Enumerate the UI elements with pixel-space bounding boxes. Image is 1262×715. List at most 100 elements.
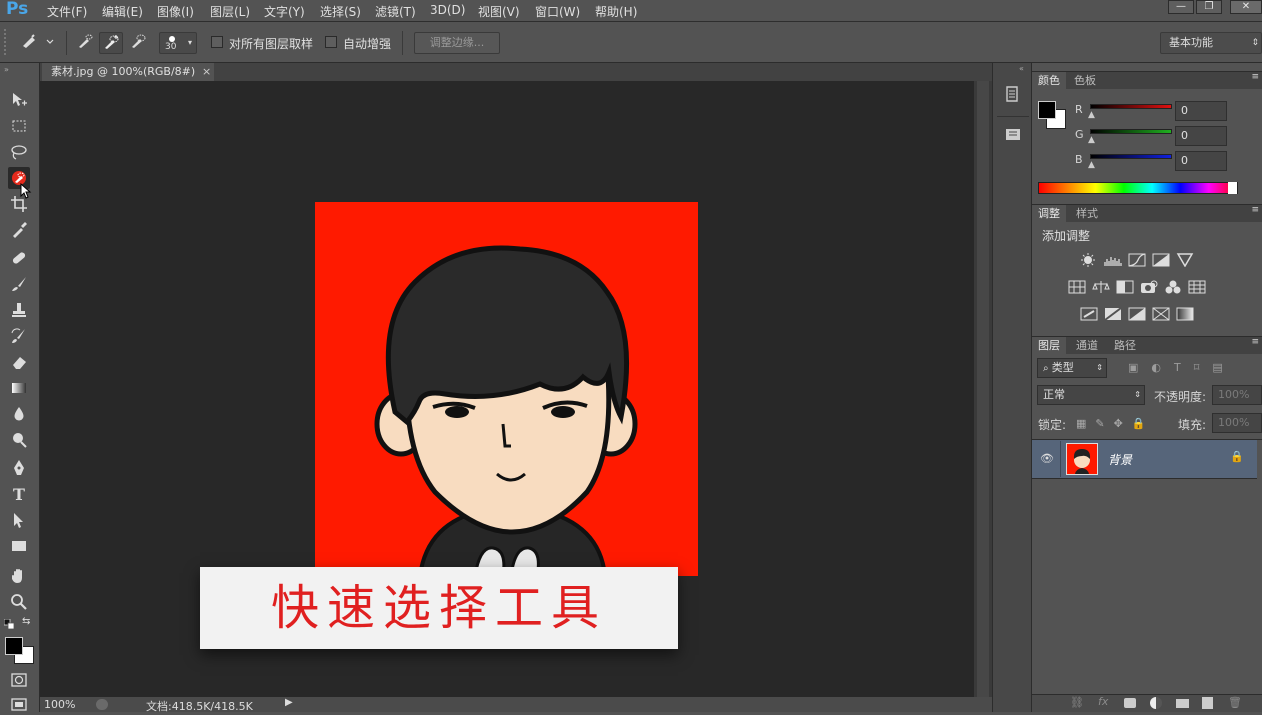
slider-thumb-icon[interactable]: ▲: [1088, 160, 1095, 170]
blur-tool-icon[interactable]: [8, 403, 30, 425]
zoom-tool-icon[interactable]: [8, 591, 30, 613]
healing-brush-tool-icon[interactable]: [8, 247, 30, 269]
tab-adjustments[interactable]: 调整: [1032, 205, 1066, 223]
black-white-icon[interactable]: [1116, 280, 1134, 294]
tab-channels[interactable]: 通道: [1070, 337, 1104, 355]
slider-thumb-icon[interactable]: ▲: [1088, 135, 1095, 145]
move-tool-icon[interactable]: [8, 89, 30, 111]
delete-layer-icon[interactable]: 🗑: [1228, 696, 1242, 709]
blend-mode-select[interactable]: 正常 ⇕: [1037, 385, 1145, 405]
adjustment-layer-icon[interactable]: [1150, 697, 1162, 709]
hue-saturation-icon[interactable]: [1068, 280, 1086, 294]
doc-info-icon[interactable]: [96, 699, 108, 710]
invert-icon[interactable]: [1080, 307, 1098, 321]
clone-stamp-tool-icon[interactable]: [8, 299, 30, 321]
new-group-icon[interactable]: [1176, 699, 1189, 708]
layer-filter-icons[interactable]: ▣◐T⌑▤: [1128, 361, 1236, 374]
menu-image[interactable]: 图像(I): [157, 3, 194, 20]
gradient-tool-icon[interactable]: [8, 377, 30, 399]
selective-color-icon[interactable]: [1152, 307, 1170, 321]
menu-file[interactable]: 文件(F): [47, 3, 87, 20]
type-tool-icon[interactable]: T: [8, 483, 30, 505]
link-layers-icon[interactable]: ⛓: [1070, 696, 1084, 709]
tab-styles[interactable]: 样式: [1070, 205, 1104, 223]
exposure-icon[interactable]: [1152, 253, 1170, 267]
dodge-tool-icon[interactable]: [8, 429, 30, 451]
sample-all-layers-checkbox[interactable]: [211, 36, 223, 48]
layer-style-icon[interactable]: fx: [1098, 695, 1108, 708]
add-to-selection-icon[interactable]: [99, 32, 123, 54]
path-selection-tool-icon[interactable]: [8, 509, 30, 531]
menu-layer[interactable]: 图层(L): [210, 3, 250, 20]
foreground-color-swatch[interactable]: [5, 637, 23, 655]
channel-g-slider[interactable]: [1090, 129, 1172, 134]
history-brush-tool-icon[interactable]: [8, 325, 30, 347]
fill-input[interactable]: 100%: [1212, 413, 1262, 433]
curves-icon[interactable]: [1128, 253, 1146, 267]
levels-icon[interactable]: [1104, 253, 1122, 267]
channel-r-input[interactable]: 0: [1175, 101, 1227, 121]
new-selection-icon[interactable]: [74, 32, 96, 54]
hand-tool-icon[interactable]: [8, 565, 30, 587]
eyedropper-tool-icon[interactable]: [8, 219, 30, 241]
layer-name[interactable]: 背景: [1108, 451, 1132, 468]
panel-menu-icon[interactable]: ≡: [1251, 205, 1259, 215]
menu-view[interactable]: 视图(V): [478, 3, 520, 20]
expand-arrows-icon[interactable]: «: [1019, 64, 1024, 73]
lasso-tool-icon[interactable]: [8, 141, 30, 163]
vertical-scrollbar[interactable]: [974, 81, 992, 697]
quick-mask-icon[interactable]: [8, 669, 30, 691]
tab-swatches[interactable]: 色板: [1068, 72, 1102, 90]
auto-enhance-checkbox[interactable]: [325, 36, 337, 48]
scroll-track[interactable]: [977, 81, 989, 697]
color-lookup-icon[interactable]: [1188, 280, 1206, 294]
default-colors-icon[interactable]: [3, 618, 15, 630]
marquee-tool-icon[interactable]: [8, 115, 30, 137]
document-tab[interactable]: 素材.jpg @ 100%(RGB/8#) ×: [42, 63, 214, 81]
layer-filter-select[interactable]: ⌕ 类型 ⇕: [1037, 358, 1107, 378]
properties-panel-icon[interactable]: [1003, 123, 1023, 151]
channel-g-input[interactable]: 0: [1175, 126, 1227, 146]
channel-r-slider[interactable]: [1090, 104, 1172, 109]
vibrance-icon[interactable]: [1176, 253, 1194, 267]
tab-paths[interactable]: 路径: [1108, 337, 1142, 355]
workspace-select[interactable]: 基本功能 ⇕: [1160, 32, 1262, 54]
channel-b-input[interactable]: 0: [1175, 151, 1227, 171]
brush-size-picker[interactable]: 30 ▾: [159, 32, 197, 54]
color-foreground-swatch[interactable]: [1038, 101, 1056, 119]
menu-help[interactable]: 帮助(H): [595, 3, 637, 20]
color-spectrum-bar[interactable]: [1038, 182, 1238, 194]
canvas-area[interactable]: 快速选择工具: [40, 81, 974, 697]
status-menu-arrow-icon[interactable]: ▶: [285, 697, 293, 708]
menu-type[interactable]: 文字(Y): [264, 3, 305, 20]
close-tab-icon[interactable]: ×: [202, 63, 211, 80]
panel-menu-icon[interactable]: ≡: [1251, 337, 1259, 347]
menu-3d[interactable]: 3D(D): [430, 3, 465, 17]
brightness-contrast-icon[interactable]: [1079, 253, 1097, 267]
eraser-tool-icon[interactable]: [8, 351, 30, 373]
lock-icons[interactable]: ▦✎✥🔒: [1076, 417, 1155, 430]
rectangle-tool-icon[interactable]: [8, 535, 30, 557]
color-balance-icon[interactable]: [1092, 280, 1110, 294]
gradient-map-icon[interactable]: [1176, 307, 1194, 321]
close-window-button[interactable]: ✕: [1230, 0, 1262, 14]
channel-b-slider[interactable]: [1090, 154, 1172, 159]
zoom-level[interactable]: 100%: [44, 698, 75, 711]
new-layer-icon[interactable]: [1202, 697, 1213, 709]
layer-row[interactable]: 👁 背景 🔒: [1032, 440, 1257, 478]
menu-filter[interactable]: 滤镜(T): [375, 3, 416, 20]
refine-edge-button[interactable]: 调整边缘...: [414, 32, 500, 54]
posterize-icon[interactable]: [1104, 307, 1122, 321]
slider-thumb-icon[interactable]: ▲: [1088, 110, 1095, 120]
minimize-button[interactable]: —: [1168, 0, 1194, 14]
opacity-input[interactable]: 100%: [1212, 385, 1262, 405]
menu-window[interactable]: 窗口(W): [535, 3, 580, 20]
swap-colors-icon[interactable]: ⇆: [22, 616, 30, 627]
collapse-arrows-icon[interactable]: »: [4, 65, 9, 74]
threshold-icon[interactable]: [1128, 307, 1146, 321]
tab-layers[interactable]: 图层: [1032, 337, 1066, 355]
menu-edit[interactable]: 编辑(E): [102, 3, 143, 20]
tab-color[interactable]: 颜色: [1032, 72, 1066, 90]
brush-tool-icon[interactable]: [8, 273, 30, 295]
panel-menu-icon[interactable]: ≡: [1251, 72, 1259, 82]
